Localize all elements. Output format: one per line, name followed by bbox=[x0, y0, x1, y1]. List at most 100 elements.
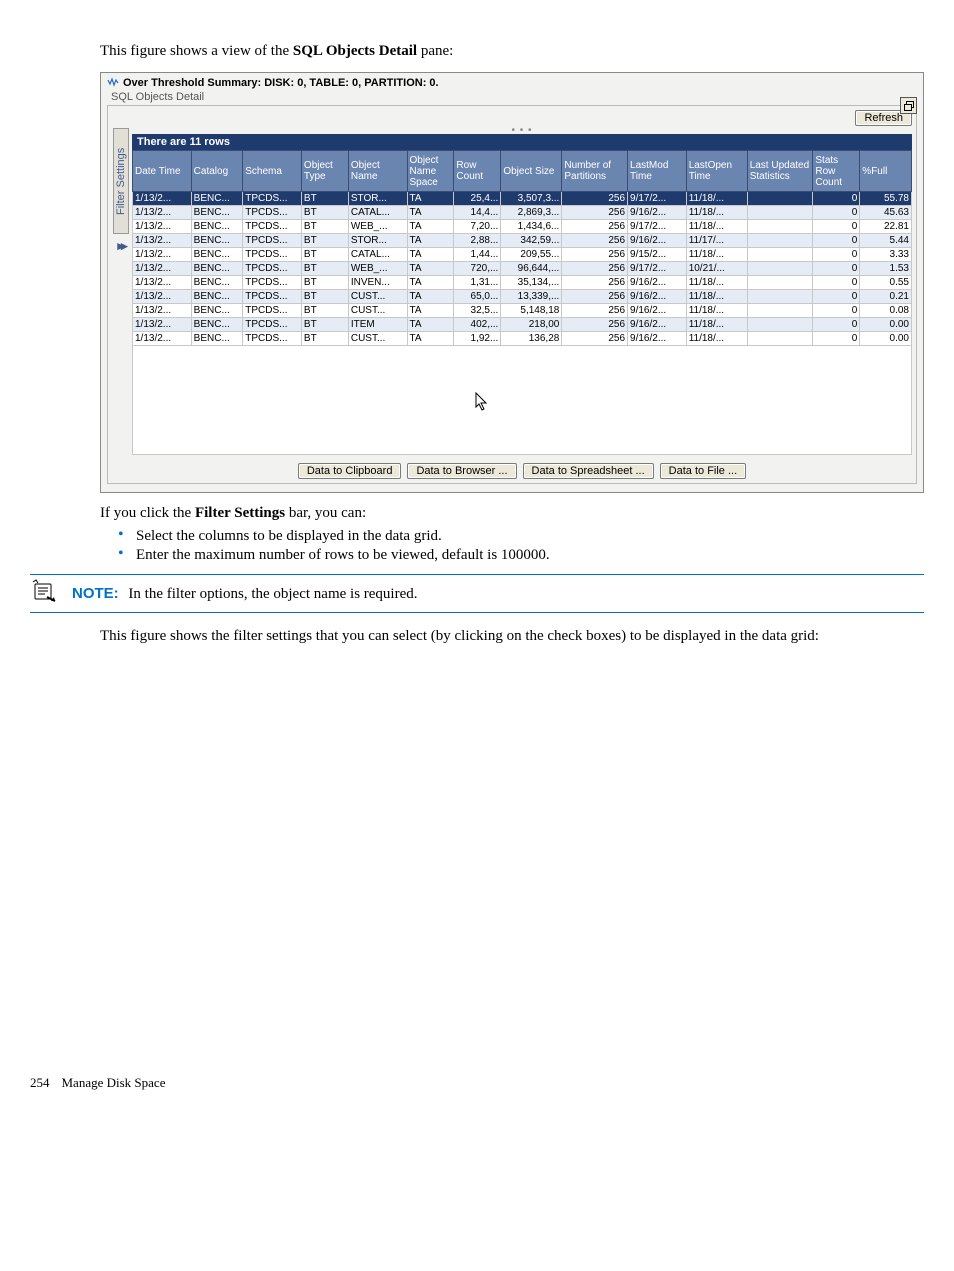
grid-cell: 256 bbox=[562, 332, 628, 346]
grid-cell bbox=[747, 304, 813, 318]
grid-cell: 9/17/2... bbox=[628, 192, 687, 206]
grid-cell: 0 bbox=[813, 290, 860, 304]
grid-cell: TPCDS... bbox=[243, 276, 302, 290]
grid-cell: 32,5... bbox=[454, 304, 501, 318]
grid-header-cell[interactable]: Stats Row Count bbox=[813, 151, 860, 192]
intro-line-1-pre: This figure shows a view of the bbox=[100, 43, 293, 59]
grid-header-cell[interactable]: %Full bbox=[860, 151, 912, 192]
bullet-list: Select the columns to be displayed in th… bbox=[118, 528, 924, 564]
grid-header-cell[interactable]: LastMod Time bbox=[628, 151, 687, 192]
restore-window-icon[interactable] bbox=[900, 97, 917, 114]
grid-cell: STOR... bbox=[348, 234, 407, 248]
grid-cell: 9/16/2... bbox=[628, 234, 687, 248]
grid-cell: 0 bbox=[813, 248, 860, 262]
grid-cell: 720,... bbox=[454, 262, 501, 276]
grid-cell: TA bbox=[407, 262, 454, 276]
data-to-file-button[interactable]: Data to File ... bbox=[660, 463, 746, 479]
table-row[interactable]: 1/13/2...BENC...TPCDS...BTITEMTA402,...2… bbox=[133, 318, 912, 332]
grid-cell bbox=[747, 234, 813, 248]
grid-cell: 1,44... bbox=[454, 248, 501, 262]
note-icon bbox=[30, 579, 58, 608]
data-to-spreadsheet-button[interactable]: Data to Spreadsheet ... bbox=[523, 463, 654, 479]
grid-cell: TA bbox=[407, 304, 454, 318]
grid-header-cell[interactable]: Schema bbox=[243, 151, 302, 192]
grid-empty-area bbox=[132, 346, 912, 455]
grid-cell: 0 bbox=[813, 318, 860, 332]
table-row[interactable]: 1/13/2...BENC...TPCDS...BTCUST...TA65,0.… bbox=[133, 290, 912, 304]
grid-cell: 1/13/2... bbox=[133, 220, 192, 234]
grid-cell: 402,... bbox=[454, 318, 501, 332]
grid-cell: 256 bbox=[562, 290, 628, 304]
bullet-2: Enter the maximum number of rows to be v… bbox=[118, 547, 924, 564]
table-row[interactable]: 1/13/2...BENC...TPCDS...BTSTOR...TA2,88.… bbox=[133, 234, 912, 248]
grid-cell: BENC... bbox=[191, 262, 243, 276]
grid-cell: TPCDS... bbox=[243, 248, 302, 262]
grid-cell: 9/16/2... bbox=[628, 290, 687, 304]
table-row[interactable]: 1/13/2...BENC...TPCDS...BTCUST...TA1,92.… bbox=[133, 332, 912, 346]
window-title-bar: Over Threshold Summary: DISK: 0, TABLE: … bbox=[107, 77, 917, 89]
table-row[interactable]: 1/13/2...BENC...TPCDS...BTCATAL...TA1,44… bbox=[133, 248, 912, 262]
grid-cell: 96,644,... bbox=[501, 262, 562, 276]
grid-cell: 1/13/2... bbox=[133, 332, 192, 346]
note-text-line: NOTE: In the filter options, the object … bbox=[72, 585, 418, 603]
grid-cell: 1/13/2... bbox=[133, 276, 192, 290]
grid-cell: 1/13/2... bbox=[133, 206, 192, 220]
grid-cell: 11/18/... bbox=[686, 206, 747, 220]
grid-cell: TPCDS... bbox=[243, 290, 302, 304]
table-row[interactable]: 1/13/2...BENC...TPCDS...BTSTOR...TA25,4.… bbox=[133, 192, 912, 206]
grid-cell: 256 bbox=[562, 220, 628, 234]
data-to-browser-button[interactable]: Data to Browser ... bbox=[407, 463, 516, 479]
data-to-clipboard-button[interactable]: Data to Clipboard bbox=[298, 463, 402, 479]
table-row[interactable]: 1/13/2...BENC...TPCDS...BTWEB_...TA720,.… bbox=[133, 262, 912, 276]
grid-cell: BT bbox=[301, 290, 348, 304]
grid-header-cell[interactable]: LastOpen Time bbox=[686, 151, 747, 192]
grid-cell: CATAL... bbox=[348, 206, 407, 220]
grid-header-cell[interactable]: Object Size bbox=[501, 151, 562, 192]
grid-header-cell[interactable]: Catalog bbox=[191, 151, 243, 192]
grid-header-cell[interactable]: Row Count bbox=[454, 151, 501, 192]
grid-cell: TA bbox=[407, 234, 454, 248]
grid-cell: STOR... bbox=[348, 192, 407, 206]
grid-cell: 55.78 bbox=[860, 192, 912, 206]
grid-cell: BENC... bbox=[191, 220, 243, 234]
grid-cell: ITEM bbox=[348, 318, 407, 332]
grid-cell: BENC... bbox=[191, 318, 243, 332]
grid-cell: 11/18/... bbox=[686, 318, 747, 332]
grid-cell: INVEN... bbox=[348, 276, 407, 290]
grid-header-cell[interactable]: Object Type bbox=[301, 151, 348, 192]
grid-cell: 0.00 bbox=[860, 318, 912, 332]
grid-cell: 5,148,18 bbox=[501, 304, 562, 318]
para2-post: bar, you can: bbox=[285, 505, 366, 521]
grid-header-cell[interactable]: Last Updated Statistics bbox=[747, 151, 813, 192]
table-row[interactable]: 1/13/2...BENC...TPCDS...BTWEB_...TA7,20.… bbox=[133, 220, 912, 234]
page-footer: 254 Manage Disk Space bbox=[30, 1075, 924, 1091]
grid-cell: BT bbox=[301, 262, 348, 276]
grid-cell: 0.21 bbox=[860, 290, 912, 304]
grid-header-cell[interactable]: Date Time bbox=[133, 151, 192, 192]
grid-cell: 1/13/2... bbox=[133, 318, 192, 332]
grid-cell: 0 bbox=[813, 234, 860, 248]
grid-header-cell[interactable]: Object Name Space bbox=[407, 151, 454, 192]
grid-cell: TPCDS... bbox=[243, 192, 302, 206]
zigzag-icon bbox=[107, 77, 119, 89]
grid-cell: 0 bbox=[813, 276, 860, 290]
expand-chevrons-icon[interactable]: ▸▸ bbox=[117, 238, 124, 254]
grid-cell: 1,92... bbox=[454, 332, 501, 346]
grid-cell: 2,88... bbox=[454, 234, 501, 248]
table-row[interactable]: 1/13/2...BENC...TPCDS...BTINVEN...TA1,31… bbox=[133, 276, 912, 290]
grid-cell: 256 bbox=[562, 206, 628, 220]
grid-cell: 1/13/2... bbox=[133, 234, 192, 248]
table-row[interactable]: 1/13/2...BENC...TPCDS...BTCUST...TA32,5.… bbox=[133, 304, 912, 318]
grid-cell: 256 bbox=[562, 192, 628, 206]
grid-cell: 0.55 bbox=[860, 276, 912, 290]
grid-cell: BT bbox=[301, 192, 348, 206]
grid-cell: 9/17/2... bbox=[628, 220, 687, 234]
grid-header-cell[interactable]: Object Name bbox=[348, 151, 407, 192]
table-row[interactable]: 1/13/2...BENC...TPCDS...BTCATAL...TA14,4… bbox=[133, 206, 912, 220]
grid-cell: 1/13/2... bbox=[133, 304, 192, 318]
filter-settings-bar[interactable]: Filter Settings bbox=[113, 128, 129, 234]
grid-cell: BENC... bbox=[191, 234, 243, 248]
grid-cell: 3,507,3... bbox=[501, 192, 562, 206]
grid-header-cell[interactable]: Number of Partitions bbox=[562, 151, 628, 192]
note-label: NOTE: bbox=[72, 585, 119, 602]
